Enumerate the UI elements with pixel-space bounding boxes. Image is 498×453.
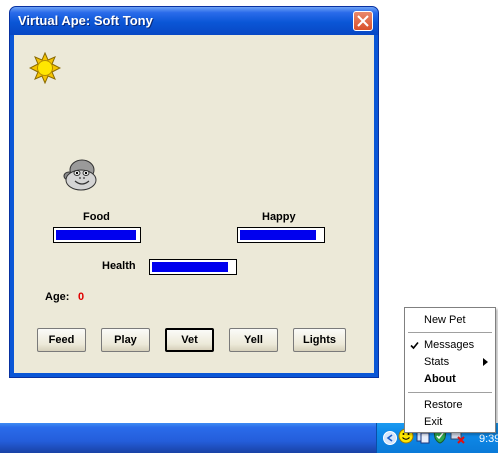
age-value: 0 xyxy=(78,291,85,303)
menu-item-restore[interactable]: Restore xyxy=(424,399,463,411)
vet-button[interactable]: Vet xyxy=(165,328,214,352)
menu-item-new-pet[interactable]: New Pet xyxy=(424,314,466,326)
menu-item-exit[interactable]: Exit xyxy=(424,416,442,428)
close-button[interactable] xyxy=(353,11,373,31)
feed-button[interactable]: Feed xyxy=(37,328,86,352)
checkmark-icon xyxy=(410,341,419,350)
menu-item-about[interactable]: About xyxy=(424,373,456,385)
close-icon xyxy=(357,15,369,27)
app-window: Virtual Ape: Soft Tony Food Happy Health… xyxy=(9,6,379,378)
tray-context-menu: New Pet Messages Stats About Restore Exi… xyxy=(404,307,496,433)
happy-label: Happy xyxy=(262,211,296,223)
yell-button[interactable]: Yell xyxy=(229,328,278,352)
food-label: Food xyxy=(83,211,110,223)
menu-separator xyxy=(408,392,492,393)
menu-separator xyxy=(408,332,492,333)
ape-face-icon xyxy=(63,159,97,191)
health-bar xyxy=(149,259,237,275)
sun-icon xyxy=(29,52,61,84)
health-bar-fill xyxy=(152,262,228,272)
title-bar[interactable]: Virtual Ape: Soft Tony xyxy=(10,7,378,35)
clock[interactable]: 9:39 xyxy=(479,433,498,445)
happy-bar xyxy=(237,227,325,243)
age-label: Age: xyxy=(45,291,70,303)
lights-button[interactable]: Lights xyxy=(293,328,346,352)
food-bar-fill xyxy=(56,230,136,240)
food-bar xyxy=(53,227,141,243)
play-button[interactable]: Play xyxy=(101,328,150,352)
menu-item-stats[interactable]: Stats xyxy=(424,356,449,368)
window-client-area: Food Happy Health Age: 0 Feed Play Vet Y… xyxy=(14,35,374,373)
menu-item-messages[interactable]: Messages xyxy=(424,339,474,351)
window-title: Virtual Ape: Soft Tony xyxy=(18,13,153,28)
submenu-arrow-icon xyxy=(483,358,488,366)
health-label: Health xyxy=(102,260,136,272)
chevron-left-icon xyxy=(386,434,393,442)
happy-bar-fill xyxy=(240,230,316,240)
show-hidden-icons-button[interactable] xyxy=(383,431,397,445)
